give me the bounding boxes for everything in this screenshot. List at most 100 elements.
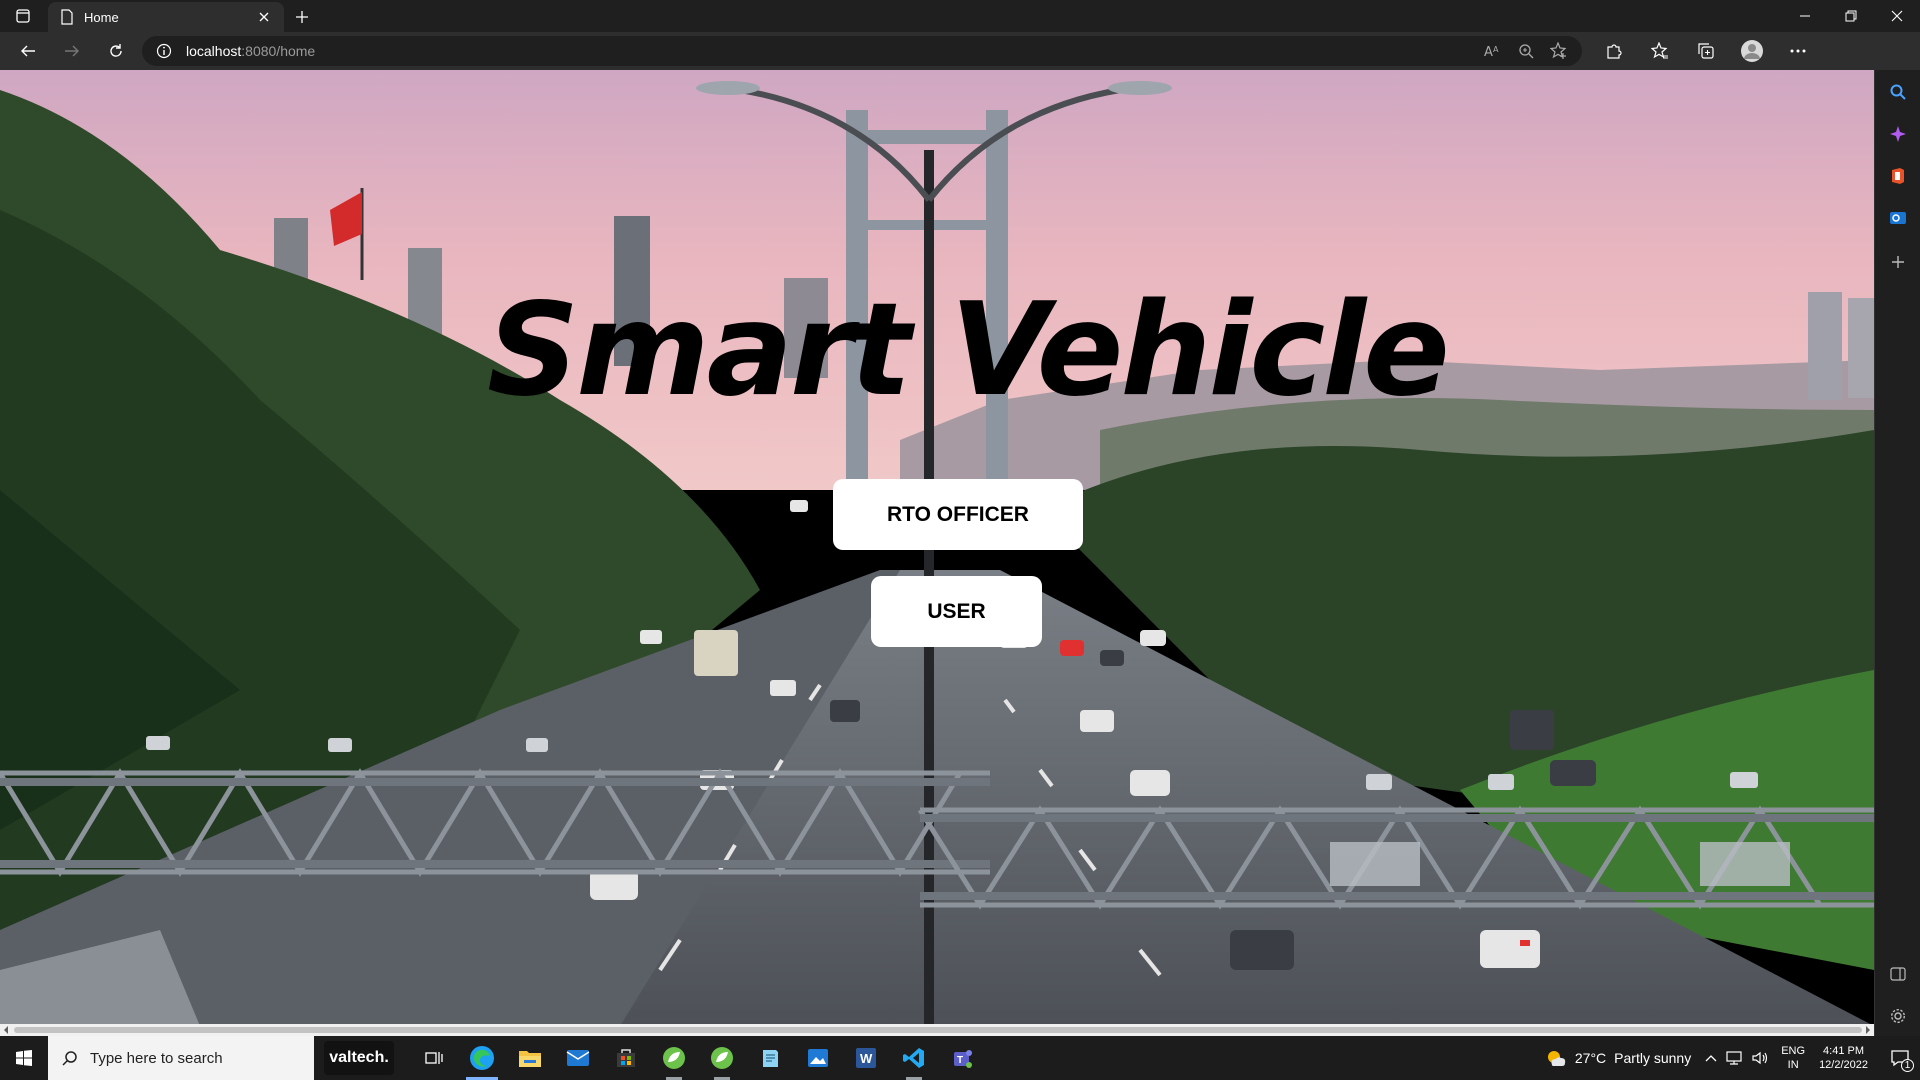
weather-condition: Partly sunny [1614,1050,1692,1066]
clock-date: 12/2/2022 [1819,1059,1868,1071]
sidebar-discover-button[interactable] [1875,114,1920,154]
sidebar-office-button[interactable] [1875,156,1920,196]
puzzle-icon [1607,44,1622,59]
window-controls [1782,0,1920,32]
sidebar-outlook-button[interactable] [1875,198,1920,238]
spring-leaf-icon [711,1047,733,1069]
language-line2: IN [1787,1059,1799,1071]
tab-actions-icon [16,9,30,23]
zoom-icon[interactable] [1518,43,1534,59]
taskbar-spring-tool-2[interactable] [698,1036,746,1080]
page-viewport: Smart Vehicle RTO OFFICER USER [0,70,1874,1026]
start-button[interactable] [0,1036,48,1080]
windows-taskbar: Type here to search valtech. W T 27°C Pa… [0,1036,1920,1080]
refresh-icon [110,44,122,57]
clock-time: 4:41 PM [1823,1045,1865,1057]
system-tray: 27°C Partly sunny ENG IN 4:41 PM 12/2/20… [1545,1036,1920,1080]
sparkle-icon [1890,126,1906,142]
tab-close-icon[interactable] [256,9,272,25]
browser-tab-home[interactable]: Home [48,2,284,32]
collections-button[interactable] [1686,35,1726,67]
plus-icon [1892,256,1904,268]
restore-button[interactable] [1828,0,1874,32]
address-bar[interactable]: localhost:8080/home AA [142,36,1582,66]
notification-count: 1 [1901,1059,1914,1072]
svg-text:A: A [1484,45,1493,59]
taskbar-edge[interactable] [458,1036,506,1080]
add-favorite-icon[interactable] [1550,42,1568,60]
close-window-button[interactable] [1874,0,1920,32]
sidebar-add-button[interactable] [1875,242,1920,282]
office-icon [1892,168,1904,184]
valtech-widget[interactable]: valtech. [324,1041,394,1075]
refresh-button[interactable] [94,32,138,70]
new-tab-button[interactable] [284,2,320,32]
tab-actions-button[interactable] [0,0,46,32]
partly-sunny-icon [1547,1051,1566,1066]
teams-icon: T [954,1050,972,1068]
arrow-left-icon [21,45,35,57]
network-icon[interactable] [1725,1050,1743,1066]
avatar-icon [1741,40,1763,62]
taskbar-teams[interactable]: T [938,1036,986,1080]
taskbar-photos[interactable] [794,1036,842,1080]
minimize-icon [1800,15,1810,17]
scroll-right-icon[interactable] [1862,1024,1874,1036]
search-placeholder: Type here to search [90,1049,223,1067]
language-indicator[interactable]: ENG IN [1781,1044,1805,1072]
plus-icon [296,11,308,23]
horizontal-scrollbar[interactable] [0,1024,1874,1036]
user-button[interactable]: USER [871,576,1042,647]
scroll-left-icon[interactable] [0,1024,12,1036]
mail-icon [566,1050,590,1066]
task-view-icon [425,1052,443,1064]
sidebar-search-button[interactable] [1875,72,1920,112]
edge-sidebar [1874,70,1920,1036]
info-icon[interactable] [156,43,172,59]
extensions-button[interactable] [1594,35,1634,67]
page-icon [61,9,73,25]
read-aloud-icon[interactable]: AA [1484,43,1502,59]
taskbar-search-box[interactable]: Type here to search [48,1036,314,1080]
taskbar-notepad[interactable] [746,1036,794,1080]
url-path: :8080/home [241,43,316,59]
clock[interactable]: 4:41 PM 12/2/2022 [1819,1044,1868,1072]
photos-icon [808,1049,828,1067]
scrollbar-thumb[interactable] [14,1027,1862,1033]
back-button[interactable] [6,32,50,70]
profile-button[interactable] [1732,35,1772,67]
tab-title: Home [84,9,119,25]
taskbar-spring-tool-1[interactable] [650,1036,698,1080]
favorites-button[interactable] [1640,35,1680,67]
close-icon [1891,10,1903,22]
weather-widget[interactable]: 27°C Partly sunny [1545,1048,1691,1068]
rto-officer-button[interactable]: RTO OFFICER [833,479,1083,550]
gear-icon [1890,1008,1906,1024]
browser-toolbar: localhost:8080/home AA [0,32,1920,70]
task-view-button[interactable] [410,1036,458,1080]
folder-icon [519,1051,541,1067]
forward-button[interactable] [50,32,94,70]
outlook-icon [1890,212,1906,224]
taskbar-store[interactable] [602,1036,650,1080]
volume-icon[interactable] [1751,1050,1769,1066]
taskbar-file-explorer[interactable] [506,1036,554,1080]
sidebar-hide-button[interactable] [1875,954,1920,994]
search-icon [62,1051,77,1066]
taskbar-mail[interactable] [554,1036,602,1080]
word-icon: W [856,1048,876,1068]
svg-text:T: T [957,1055,963,1066]
language-line1: ENG [1781,1045,1806,1057]
notepad-icon [763,1050,778,1067]
windows-icon [16,1050,32,1066]
taskbar-word[interactable]: W [842,1036,890,1080]
page-title: Smart Vehicle [487,276,1450,425]
taskbar-vscode[interactable] [890,1036,938,1080]
settings-more-button[interactable] [1778,35,1818,67]
favorites-icon [1651,42,1668,59]
minimize-button[interactable] [1782,0,1828,32]
sidebar-settings-button[interactable] [1875,996,1920,1036]
hide-sidebar-icon [1890,967,1906,981]
notification-center-button[interactable]: 1 [1880,1036,1920,1080]
chevron-up-icon[interactable] [1705,1053,1717,1063]
